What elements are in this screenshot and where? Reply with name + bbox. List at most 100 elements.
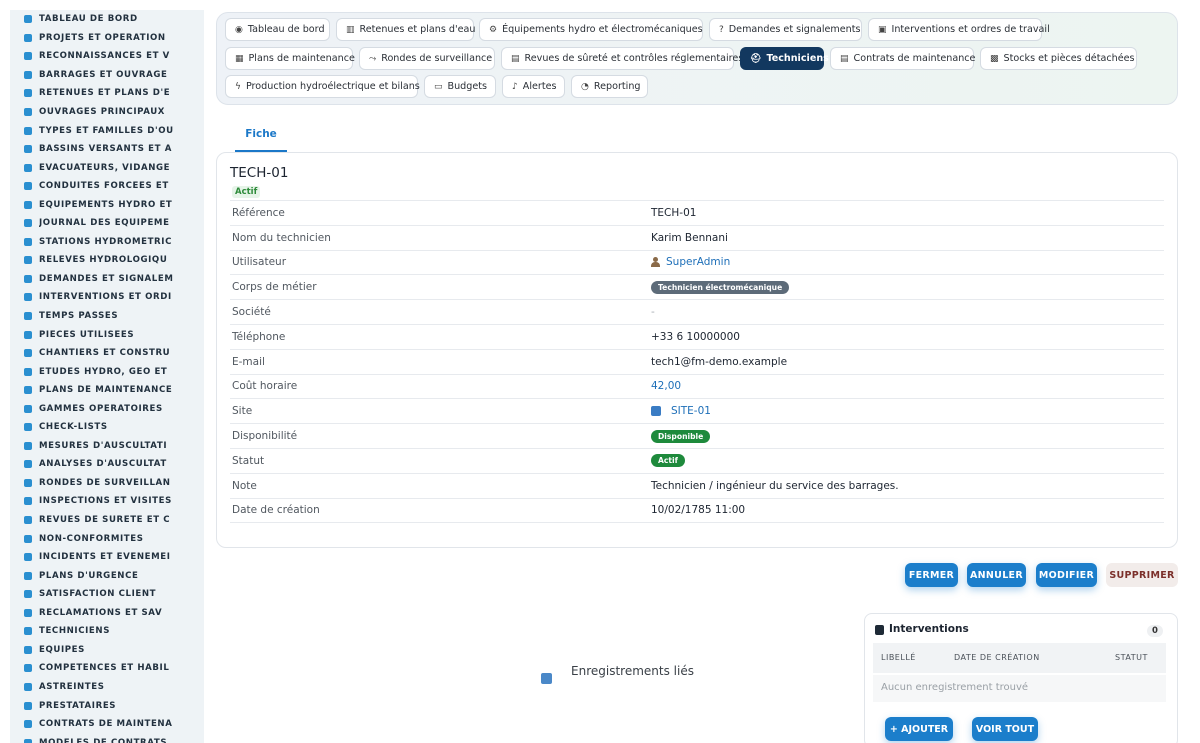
delete-button[interactable]: SUPPRIMER: [1106, 563, 1178, 587]
sidebar-item-14[interactable]: DEMANDES ET SIGNALEM: [10, 270, 204, 289]
field-label: Corps de métier: [232, 281, 317, 294]
sidebar-item-20[interactable]: PLANS DE MAINTENANCE: [10, 381, 204, 400]
sidebar-item-15[interactable]: INTERVENTIONS ET ORDI: [10, 288, 204, 307]
field-row: Utilisateur SuperAdmin: [230, 249, 1164, 275]
sidebar-item-12[interactable]: STATIONS HYDROMÉTRIC: [10, 233, 204, 252]
sidebar-item-label: MESURES D'AUSCULTATI: [39, 440, 168, 451]
nav-button-5[interactable]: ▦ Plans de maintenance: [225, 47, 355, 70]
sidebar-item-25[interactable]: RONDES DE SURVEILLAN: [10, 474, 204, 493]
readings-icon: [24, 256, 32, 265]
nav-button-11[interactable]: ϟ Production hydroélectrique et bilans: [225, 75, 420, 98]
sidebar-item-10[interactable]: ÉQUIPEMENTS HYDRO ET: [10, 195, 204, 214]
field-value: tech1@fm-demo.example: [651, 356, 787, 368]
view-all-interventions-button[interactable]: VOIR TOUT: [972, 717, 1038, 741]
sidebar-item-36[interactable]: ASTREINTES: [10, 678, 204, 697]
sidebar-item-24[interactable]: ANALYSES D'AUSCULTAT: [10, 455, 204, 474]
tab-fiche[interactable]: Fiche: [235, 118, 287, 152]
sidebar-item-label: RETENUES ET PLANS D'E: [39, 88, 171, 99]
history-icon: [24, 219, 32, 228]
sidebar-item-39[interactable]: MODÈLES DE CONTRATS: [10, 733, 204, 743]
clipboard-icon: [24, 293, 32, 302]
nav-button-3[interactable]: ? Demandes et signalements: [709, 18, 862, 41]
nav-button-label: Contrats de maintenance: [853, 53, 976, 64]
field-value: Technicien électromécanique: [651, 280, 790, 294]
sidebar-item-11[interactable]: JOURNAL DES ÉQUIPEME: [10, 214, 204, 233]
nav-button-label: Équipements hydro et électromécaniques: [502, 24, 703, 35]
sidebar-item-37[interactable]: PRESTATAIRES: [10, 696, 204, 715]
sidebar-item-34[interactable]: ÉQUIPES: [10, 641, 204, 660]
money-icon: ▭: [434, 81, 443, 92]
hardhat-icon: ⛑: [750, 53, 762, 64]
comment-icon: [24, 608, 32, 617]
sidebar-item-18[interactable]: CHANTIERS ET CONSTRU: [10, 344, 204, 363]
sidebar-item-label: INCIDENTS ET ÉVÉNEMEI: [39, 552, 171, 563]
sidebar-item-label: CHECK-LISTS: [39, 422, 108, 433]
cancel-button[interactable]: ANNULER: [967, 563, 1026, 587]
field-row: Corps de métier Technicien électromécaniq…: [230, 274, 1164, 299]
sidebar-item-1[interactable]: PROJETS ET OPÉRATION: [10, 29, 204, 48]
sidebar-item-5[interactable]: OUVRAGES PRINCIPAUX: [10, 103, 204, 122]
pin-icon: [24, 70, 32, 79]
nav-button-9[interactable]: ▤ Contrats de maintenance: [830, 47, 976, 70]
sidebar-item-17[interactable]: PIÈCES UTILISÉES: [10, 325, 204, 344]
nav-button-6[interactable]: ⤳ Rondes de surveillance: [359, 47, 495, 70]
list-icon: [24, 404, 32, 413]
nav-button-12[interactable]: ▭ Budgets: [424, 75, 496, 98]
field-value: Technicien / ingénieur du service des ba…: [651, 480, 899, 492]
sidebar-item-label: DEMANDES ET SIGNALEM: [39, 273, 174, 284]
sidebar-item-8[interactable]: ÉVACUATEURS, VIDANGE: [10, 158, 204, 177]
column-header-statut[interactable]: STATUT: [1115, 653, 1148, 662]
sidebar-item-3[interactable]: BARRAGES ET OUVRAGE: [10, 66, 204, 85]
sidebar-item-26[interactable]: INSPECTIONS ET VISITES: [10, 492, 204, 511]
sidebar-item-13[interactable]: RELEVÉS HYDROLOGIQU: [10, 251, 204, 270]
search-icon: [24, 497, 32, 506]
sidebar-item-27[interactable]: REVUES DE SÛRETÉ ET C: [10, 511, 204, 530]
edit-button[interactable]: MODIFIER: [1036, 563, 1097, 587]
sidebar-item-19[interactable]: ÉTUDES HYDRO, GÉO ET: [10, 362, 204, 381]
field-value: Actif: [651, 454, 685, 468]
sidebar-item-23[interactable]: MESURES D'AUSCULTATI: [10, 437, 204, 456]
nav-button-0[interactable]: ◉ Tableau de bord: [225, 18, 330, 41]
sidebar-item-21[interactable]: GAMMES OPÉRATOIRES: [10, 399, 204, 418]
status-badge: Disponible: [651, 429, 711, 443]
sidebar-item-22[interactable]: CHECK-LISTS: [10, 418, 204, 437]
sidebar-item-0[interactable]: TABLEAU DE BORD: [10, 10, 204, 29]
sidebar-item-29[interactable]: INCIDENTS ET ÉVÉNEMEI: [10, 548, 204, 567]
nav-button-8[interactable]: ⛑ Techniciens: [740, 47, 829, 70]
sidebar-item-28[interactable]: NON-CONFORMITÉS: [10, 529, 204, 548]
sidebar-item-2[interactable]: RECONNAISSANCES ET V: [10, 47, 204, 66]
nav-button-14[interactable]: ◔ Reporting: [571, 75, 648, 98]
checklist-icon: [24, 423, 32, 432]
sidebar-item-7[interactable]: BASSINS VERSANTS ET A: [10, 140, 204, 159]
add-intervention-button[interactable]: + AJOUTER: [885, 717, 953, 741]
sidebar-item-label: NON-CONFORMITÉS: [39, 533, 144, 544]
nav-button-7[interactable]: ▤ Revues de sûreté et contrôles réglement…: [501, 47, 743, 70]
sidebar-item-30[interactable]: PLANS D'URGENCE: [10, 566, 204, 585]
column-header-libelle[interactable]: LIBELLÉ: [881, 653, 916, 662]
field-value: -: [651, 306, 655, 318]
close-button[interactable]: FERMER: [905, 563, 958, 587]
nav-button-13[interactable]: ♪ Alertes: [502, 75, 565, 98]
nav-button-10[interactable]: ▩ Stocks et pièces détachées: [980, 47, 1137, 70]
sidebar-item-33[interactable]: TECHNICIENS: [10, 622, 204, 641]
field-list-end-divider: [230, 522, 1164, 524]
nav-button-4[interactable]: ▣ Interventions et ordres de travail: [868, 18, 1050, 41]
sidebar-item-label: CHANTIERS ET CONSTRU: [39, 348, 171, 359]
field-label: Disponibilité: [232, 430, 298, 443]
sidebar-item-35[interactable]: COMPÉTENCES ET HABIL: [10, 659, 204, 678]
sidebar-item-4[interactable]: RETENUES ET PLANS D'E: [10, 84, 204, 103]
column-header-date-creation[interactable]: DATE DE CRÉATION: [954, 653, 1040, 662]
sidebar-item-6[interactable]: TYPES ET FAMILLES D'OU: [10, 121, 204, 140]
sidebar-item-9[interactable]: CONDUITES FORCÉES ET: [10, 177, 204, 196]
nav-button-1[interactable]: ▥ Retenues et plans d'eau: [336, 18, 476, 41]
sidebar-item-32[interactable]: RÉCLAMATIONS ET SAV: [10, 604, 204, 623]
nav-button-2[interactable]: ⚙ Équipements hydro et électromécaniques: [479, 18, 703, 41]
field-row: Site SITE-01: [230, 398, 1164, 423]
sidebar-item-16[interactable]: TEMPS PASSÉS: [10, 307, 204, 326]
sidebar-item-31[interactable]: SATISFACTION CLIENT: [10, 585, 204, 604]
field-value[interactable]: SuperAdmin: [651, 256, 730, 268]
sidebar-item-38[interactable]: CONTRATS DE MAINTENA: [10, 715, 204, 734]
sidebar-item-label: RONDES DE SURVEILLAN: [39, 477, 171, 488]
field-value[interactable]: SITE-01: [651, 405, 711, 417]
field-row: Statut Actif: [230, 448, 1164, 473]
